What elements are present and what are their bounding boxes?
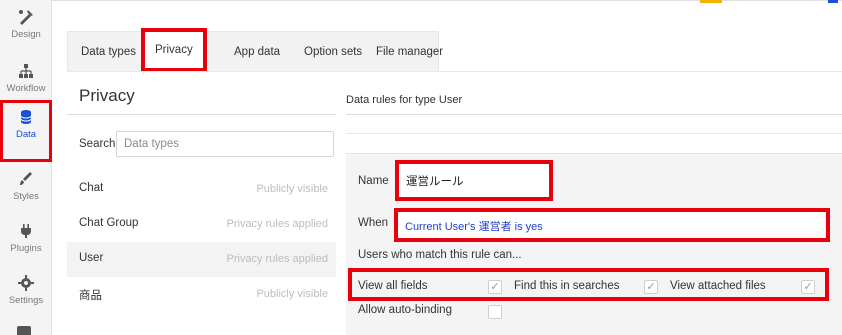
- type-name: User: [79, 252, 104, 264]
- top-accent-bar-blue: [828, 0, 838, 3]
- type-status: Publicly visible: [256, 183, 328, 195]
- top-divider: [52, 0, 842, 1]
- rail-item-workflow[interactable]: Workflow: [0, 54, 52, 106]
- tab-divider: [67, 71, 842, 72]
- type-status: Privacy rules applied: [226, 218, 329, 230]
- auto-binding-label: Allow auto-binding: [358, 304, 452, 316]
- divider: [67, 114, 336, 115]
- rail-item-data[interactable]: Data: [0, 100, 52, 162]
- type-status: Privacy rules applied: [226, 253, 329, 265]
- users-match-label: Users who match this rule can...: [358, 249, 522, 261]
- rules-header: Data rules for type User: [346, 94, 463, 106]
- checkbox-view-all-fields[interactable]: ✓: [488, 280, 502, 294]
- rail-label: Design: [11, 29, 41, 40]
- left-rail: Design Workflow Data Styles Plugins Sett…: [0, 0, 52, 335]
- checkmark-icon: ✓: [646, 281, 656, 293]
- type-name: Chat: [79, 182, 104, 194]
- tab-file-manager[interactable]: File manager: [376, 32, 443, 72]
- privacy-title: Privacy: [79, 86, 135, 105]
- type-name: Chat Group: [79, 217, 139, 229]
- rule-name-input[interactable]: [403, 168, 545, 193]
- rail-label: Settings: [8, 295, 44, 306]
- divider: [346, 114, 842, 115]
- checkmark-icon: ✓: [490, 281, 500, 293]
- perm-label-view-attached-files: View attached files: [670, 280, 766, 292]
- tab-bar: Data types Privacy App data Option sets …: [67, 28, 443, 72]
- perm-label-find-in-searches: Find this in searches: [514, 280, 620, 292]
- tab-option-sets[interactable]: Option sets: [304, 32, 362, 72]
- rail-item-settings[interactable]: Settings: [0, 266, 52, 318]
- type-name: 商品: [79, 290, 102, 302]
- design-icon: [19, 10, 33, 25]
- workflow-icon: [19, 64, 33, 78]
- rail-item-plugins[interactable]: Plugins: [0, 214, 52, 266]
- tab-data-types[interactable]: Data types: [81, 32, 136, 72]
- checkmark-icon: ✓: [803, 281, 813, 293]
- search-input[interactable]: [116, 131, 334, 157]
- when-label: When: [358, 217, 389, 229]
- type-row-chat[interactable]: Chat Publicly visible: [67, 172, 336, 207]
- rail-label: Data: [15, 129, 37, 140]
- rail-item-design[interactable]: Design: [0, 0, 52, 52]
- perm-label-view-all-fields: View all fields: [358, 280, 428, 292]
- type-row-user[interactable]: User Privacy rules applied: [67, 242, 336, 277]
- name-label: Name: [358, 175, 389, 187]
- document-icon[interactable]: [17, 326, 31, 335]
- tab-privacy[interactable]: Privacy: [141, 28, 207, 72]
- rail-label: Workflow: [6, 83, 46, 94]
- rule-condition-highlight: Current User's 運営者 is yes: [394, 208, 830, 242]
- gear-icon: [18, 275, 34, 291]
- brush-icon: [20, 172, 32, 185]
- type-row-product[interactable]: 商品 Publicly visible: [67, 277, 336, 312]
- type-row-chat-group[interactable]: Chat Group Privacy rules applied: [67, 207, 336, 242]
- rule-condition-expression[interactable]: Current User's 運営者 is yes: [405, 218, 543, 234]
- database-icon: [20, 110, 32, 124]
- rail-item-styles[interactable]: Styles: [0, 162, 52, 214]
- plug-icon: [21, 224, 31, 238]
- checkbox-find-in-searches[interactable]: ✓: [644, 280, 658, 294]
- checkbox-view-attached-files[interactable]: ✓: [801, 280, 815, 294]
- checkbox-auto-binding[interactable]: [488, 305, 502, 319]
- rule-name-highlight: [395, 160, 553, 201]
- divider: [346, 133, 842, 134]
- top-accent-bar: [700, 0, 722, 3]
- rail-label: Plugins: [10, 243, 42, 254]
- search-label: Search: [79, 138, 116, 150]
- tab-app-data[interactable]: App data: [234, 32, 280, 72]
- rail-label: Styles: [13, 191, 39, 202]
- type-status: Publicly visible: [256, 288, 328, 300]
